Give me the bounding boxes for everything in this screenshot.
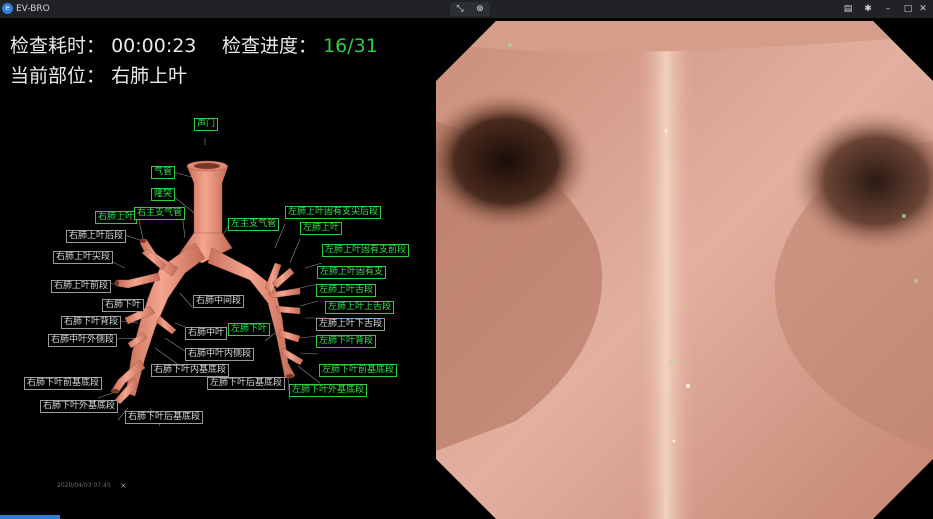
close-icon[interactable]: ⊗ — [476, 4, 484, 14]
label-glottis[interactable]: 声门 — [194, 118, 219, 131]
label-rll-lateral-basal[interactable]: 右肺下叶外基底段 — [40, 400, 119, 413]
label-rul-anterior[interactable]: 右肺上叶前段 — [51, 280, 112, 293]
minimize-icon[interactable]: – — [878, 0, 898, 18]
exam-time-label: 检查耗时： — [10, 35, 106, 57]
current-location: 当前部位： 右肺上叶 — [10, 61, 187, 88]
exam-progress-value: 16/31 — [323, 35, 378, 57]
airway-map-panel: 检查耗时： 00:00:23 检查进度： 16/31 当前部位： 右肺上叶 声门… — [0, 18, 430, 519]
label-lll-lateral-basal[interactable]: 左肺下叶外基底段 — [289, 384, 368, 397]
label-right-main-bronchus[interactable]: 右主支气管 — [134, 207, 186, 220]
label-inferior-lingula[interactable]: 左肺上叶下舌段 — [316, 318, 386, 331]
timestamp: 2020/04/03 07:45 — [57, 482, 111, 489]
label-rll-superior[interactable]: 右肺下叶背段 — [61, 316, 122, 329]
window-close-icon[interactable]: ✕ — [913, 0, 933, 18]
label-rul[interactable]: 右肺上叶 — [95, 211, 138, 224]
label-lll[interactable]: 左肺下叶 — [228, 323, 271, 336]
label-trachea[interactable]: 气管 — [151, 166, 176, 179]
label-rml-medial[interactable]: 右肺中叶内侧段 — [185, 348, 255, 361]
label-lll-anterior-basal[interactable]: 左肺下叶前基底段 — [319, 364, 398, 377]
label-lul[interactable]: 左肺上叶 — [300, 222, 343, 235]
current-location-value: 右肺上叶 — [111, 65, 188, 87]
document-icon[interactable]: ▤ — [838, 0, 858, 18]
label-superior-lingula[interactable]: 左肺上叶上舌段 — [325, 301, 395, 314]
label-rul-posterior[interactable]: 右肺上叶后段 — [66, 230, 127, 243]
close-icon[interactable]: × — [120, 481, 127, 490]
label-rul-apical[interactable]: 右肺上叶尖段 — [53, 251, 114, 264]
label-lul-anterior[interactable]: 左肺上叶固有支前段 — [322, 244, 410, 257]
label-lll-superior[interactable]: 左肺下叶背段 — [316, 335, 377, 348]
label-lll-posterior-basal[interactable]: 左肺下叶后基底段 — [207, 377, 286, 390]
app-logo-icon: e — [2, 3, 13, 14]
title-bar: e EV-BRO ⤡ ⊗ ▤ ✱ – □ ✕ — [0, 0, 933, 18]
tab-controls: ⤡ ⊗ — [450, 2, 490, 16]
shrink-icon[interactable]: ⤡ — [456, 4, 463, 14]
current-location-label: 当前部位： — [10, 65, 106, 87]
label-rll-anterior-basal[interactable]: 右肺下叶前基底段 — [24, 377, 103, 390]
taskbar-indicator — [0, 515, 60, 519]
label-rll[interactable]: 右肺下叶 — [102, 299, 145, 312]
label-bronchus-intermedius[interactable]: 右肺中间段 — [193, 295, 245, 308]
exam-progress: 检查进度： 16/31 — [222, 31, 378, 58]
label-lingula[interactable]: 左肺上叶舌段 — [316, 284, 377, 297]
label-rll-medial-basal[interactable]: 右肺下叶内基底段 — [151, 364, 230, 377]
exam-progress-label: 检查进度： — [222, 35, 318, 57]
label-left-main-bronchus[interactable]: 左主支气管 — [228, 218, 280, 231]
label-lul-proper[interactable]: 左肺上叶固有支 — [317, 266, 387, 279]
exam-time: 检查耗时： 00:00:23 — [10, 31, 196, 58]
exam-time-value: 00:00:23 — [111, 35, 197, 57]
label-lul-apicoposterior[interactable]: 左肺上叶固有支尖后段 — [285, 206, 382, 219]
app-title: EV-BRO — [16, 4, 50, 14]
label-carina[interactable]: 隆突 — [151, 188, 176, 201]
settings-icon[interactable]: ✱ — [858, 0, 878, 18]
label-rll-posterior-basal[interactable]: 右肺下叶后基底段 — [125, 411, 204, 424]
label-rml[interactable]: 右肺中叶 — [185, 327, 228, 340]
label-rml-lateral[interactable]: 右肺中叶外侧段 — [48, 334, 118, 347]
endoscope-video — [436, 21, 933, 519]
